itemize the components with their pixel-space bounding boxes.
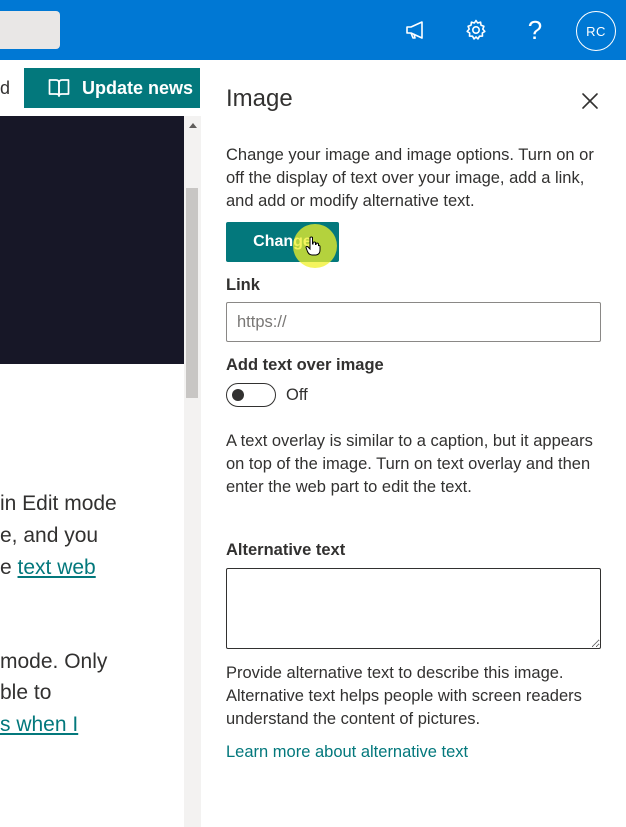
text-web-part-link[interactable]: text web <box>18 556 96 579</box>
suite-bar: ? RC <box>0 0 626 60</box>
gear-icon[interactable] <box>458 12 494 48</box>
body-text: mode. Only <box>0 650 108 673</box>
help-glyph: ? <box>527 15 543 45</box>
change-image-button[interactable]: Change <box>226 222 339 262</box>
body-text-line: ble to <box>0 677 51 709</box>
body-text-line: mode. Only <box>0 646 107 678</box>
update-news-label: Update news <box>82 77 194 98</box>
text-over-image-toggle[interactable] <box>226 383 276 407</box>
body-text-line: e text web <box>0 552 96 584</box>
overlay-help-text: A text overlay is similar to a caption, … <box>226 432 593 496</box>
link-label: Link <box>226 276 260 294</box>
search-box[interactable] <box>0 11 60 49</box>
property-pane: Image Change your image and image option… <box>201 60 626 827</box>
pane-description: Change your image and image options. Tur… <box>226 146 594 210</box>
help-icon[interactable]: ? <box>517 12 553 48</box>
pane-title: Image <box>226 85 293 112</box>
hero-image[interactable] <box>0 116 184 364</box>
body-text-line: e, and you <box>0 520 98 552</box>
alt-text-help: Provide alternative text to describe thi… <box>226 664 582 728</box>
alt-text-input[interactable] <box>226 568 601 649</box>
body-text-line: s when I <box>0 709 78 741</box>
command-bar-fragment[interactable]: d <box>0 78 10 99</box>
scrollbar-thumb[interactable] <box>186 188 198 398</box>
avatar[interactable]: RC <box>576 11 616 51</box>
change-button-label: Change <box>253 233 312 250</box>
text-over-image-label: Add text over image <box>226 356 384 374</box>
toggle-state-text: Off <box>286 386 308 404</box>
link-input[interactable] <box>226 302 601 342</box>
body-text-line: in Edit mode <box>0 488 117 520</box>
close-icon[interactable] <box>577 88 603 114</box>
body-text: e, and you <box>0 524 99 547</box>
megaphone-icon[interactable] <box>398 12 434 48</box>
body-text: in Edit mode <box>0 492 117 515</box>
body-text: e <box>0 556 18 579</box>
body-text: ble to <box>0 681 52 704</box>
learn-more-alt-text-link[interactable]: Learn more about alternative text <box>226 743 468 762</box>
update-news-button[interactable]: Update news <box>24 68 200 108</box>
scroll-up-arrow-icon[interactable] <box>184 116 201 134</box>
alt-text-label: Alternative text <box>226 541 346 559</box>
body-link[interactable]: s when I <box>0 713 78 736</box>
book-icon <box>48 78 70 98</box>
toggle-knob <box>232 389 244 401</box>
